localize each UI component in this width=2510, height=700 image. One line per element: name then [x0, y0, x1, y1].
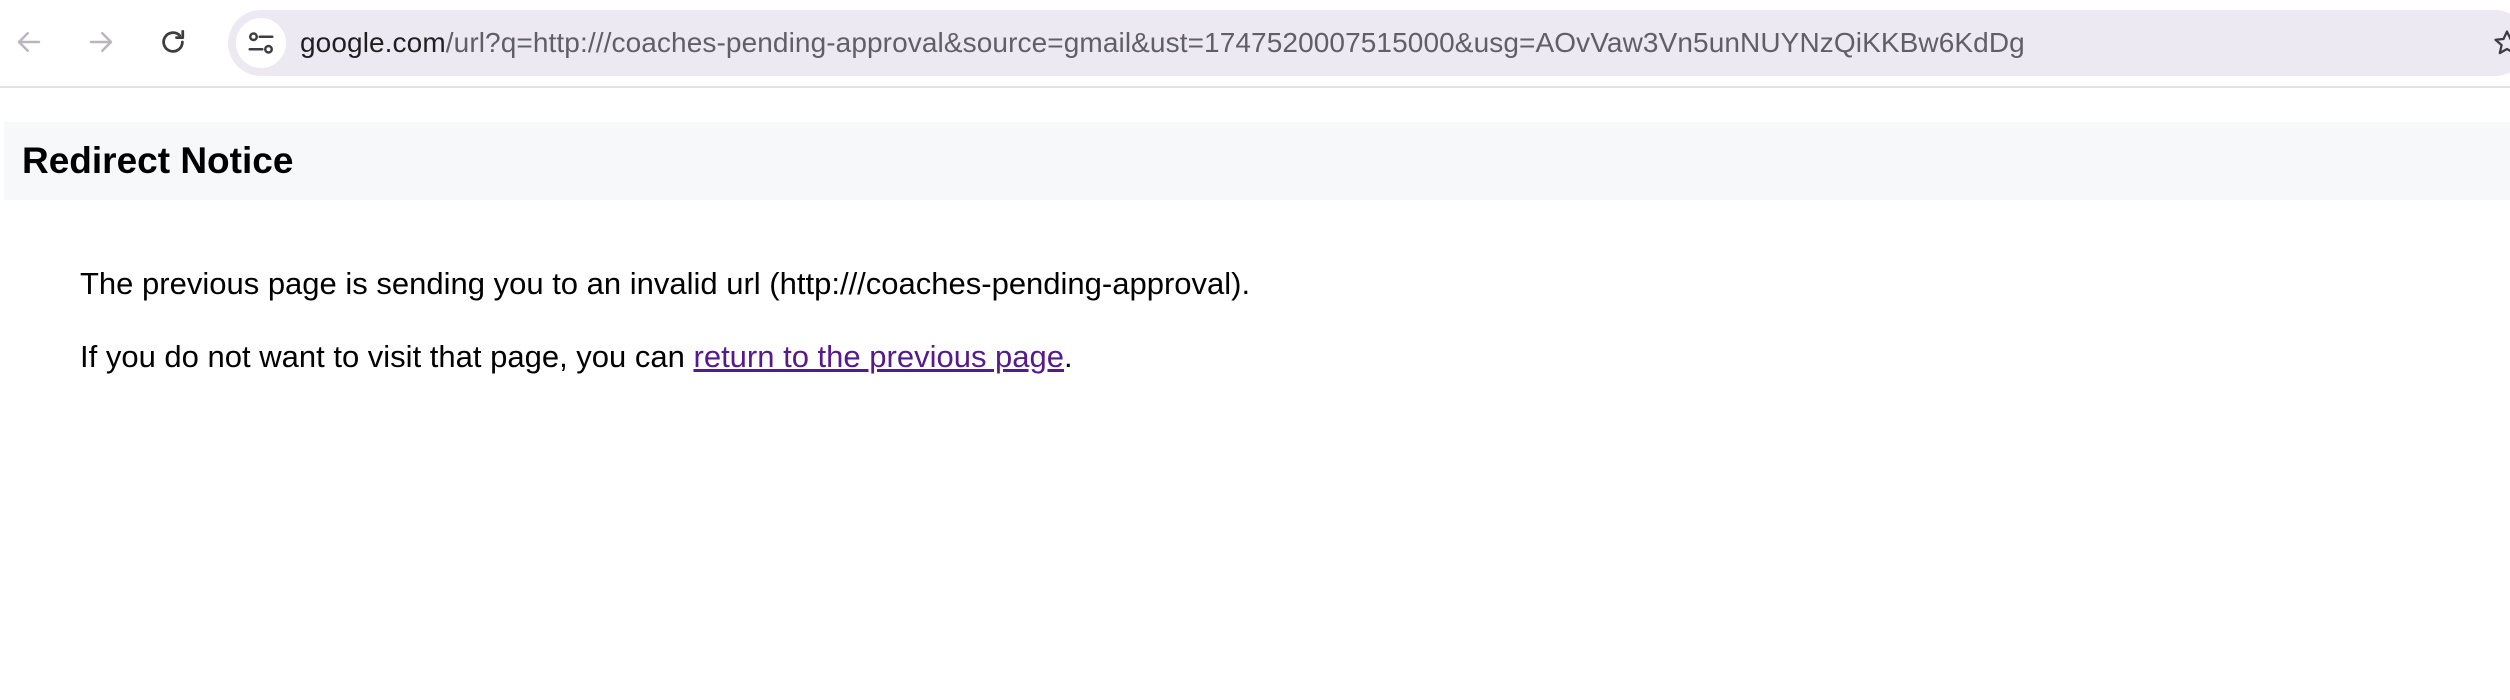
prompt-text: If you do not want to visit that page, y… — [80, 339, 694, 374]
arrow-left-icon — [17, 32, 41, 52]
tune-icon — [248, 32, 274, 54]
address-bar[interactable]: google.com/url?q=http:///coaches-pending… — [228, 10, 2510, 76]
notice-header: Redirect Notice — [4, 122, 2510, 200]
arrow-right-icon — [89, 32, 113, 52]
return-prompt: If you do not want to visit that page, y… — [80, 339, 1073, 375]
back-button[interactable] — [4, 17, 54, 67]
reload-icon — [162, 30, 185, 53]
url-path: /url?q=http:///coaches-pending-approval&… — [445, 27, 2025, 58]
reload-button[interactable] — [148, 17, 198, 67]
forward-button[interactable] — [76, 17, 126, 67]
browser-toolbar: google.com/url?q=http:///coaches-pending… — [0, 0, 2510, 88]
url-host: google.com — [300, 27, 446, 58]
invalid-url-message: The previous page is sending you to an i… — [80, 266, 1251, 301]
star-icon[interactable] — [2492, 28, 2510, 58]
site-info-button[interactable] — [236, 18, 286, 68]
return-to-previous-page-link[interactable]: return to the previous page — [694, 339, 1065, 374]
page-title: Redirect Notice — [22, 140, 294, 181]
prompt-period: . — [1064, 339, 1073, 374]
url-text[interactable]: google.com/url?q=http:///coaches-pending… — [300, 10, 2025, 76]
